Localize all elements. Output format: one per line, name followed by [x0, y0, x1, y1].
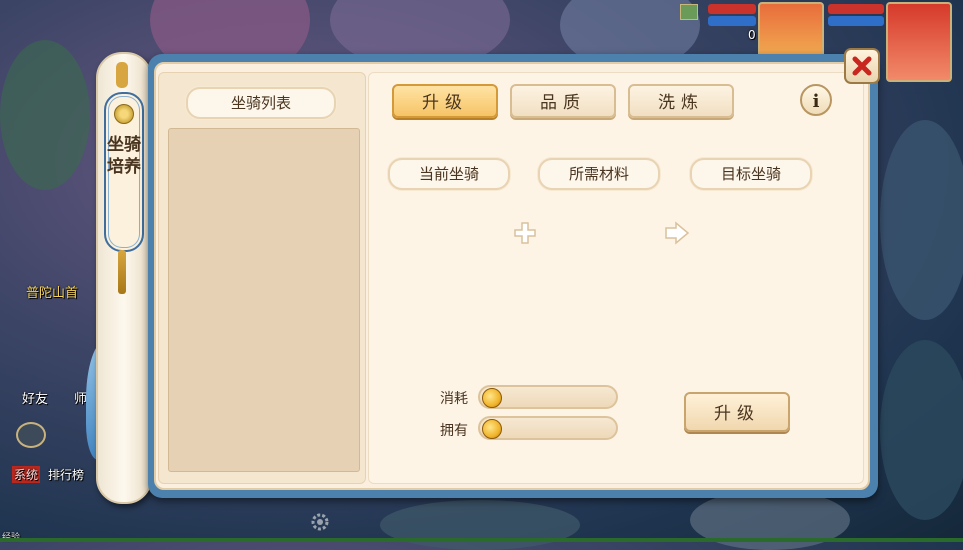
map-name-label: 普陀山首: [26, 286, 79, 301]
current-mount-label: 当前坐骑: [388, 158, 510, 190]
medal-icon: [114, 104, 134, 124]
close-icon: [852, 56, 872, 76]
tab-refine[interactable]: 洗炼: [628, 84, 734, 118]
gear-icon[interactable]: [310, 512, 330, 532]
hud-icon-box[interactable]: [680, 4, 698, 20]
hud-hp-bar: [708, 4, 756, 14]
hud-number: 0: [748, 28, 756, 42]
hud-mp-bar: [708, 16, 756, 26]
arrow-right-icon: [665, 221, 690, 245]
scroll-tag-mount-training[interactable]: 坐骑培养: [104, 92, 144, 252]
exp-bar: [0, 538, 963, 542]
chat-icon[interactable]: [16, 422, 46, 448]
own-bar: [478, 416, 618, 440]
own-label: 拥有: [440, 423, 468, 439]
consume-label: 消耗: [440, 391, 468, 407]
tassel-decoration: [118, 250, 126, 294]
tab-quality[interactable]: 品质: [510, 84, 616, 118]
hud-mp-bar-2: [828, 16, 884, 26]
mount-list[interactable]: [168, 128, 360, 472]
info-icon[interactable]: i: [800, 84, 832, 116]
close-button[interactable]: [844, 48, 880, 84]
mount-list-header: 坐骑列表: [186, 87, 336, 119]
coin-icon: [482, 419, 502, 439]
plus-icon: [514, 222, 536, 244]
friends-label[interactable]: 好友: [22, 388, 48, 407]
scroll-tag-title: 坐骑培养: [107, 135, 141, 177]
scroll-knot: [116, 62, 128, 88]
target-mount-label: 目标坐骑: [690, 158, 812, 190]
coin-icon: [482, 388, 502, 408]
player-portrait[interactable]: [886, 2, 952, 82]
upgrade-button[interactable]: 升级: [684, 392, 790, 432]
hud-hp-bar-2: [828, 4, 884, 14]
consume-bar: [478, 385, 618, 409]
system-chat-tag: 系统: [12, 466, 41, 483]
ranking-label[interactable]: 排行榜: [48, 466, 84, 483]
required-materials-label: 所需材料: [538, 158, 660, 190]
tab-upgrade[interactable]: 升级: [392, 84, 498, 118]
